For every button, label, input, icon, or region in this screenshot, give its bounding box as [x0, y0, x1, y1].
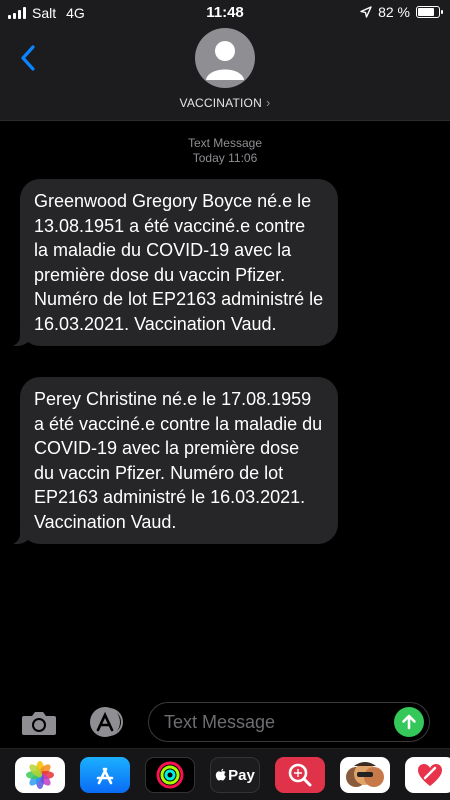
camera-icon[interactable] [20, 709, 58, 737]
heart-sticker-app-button[interactable] [405, 757, 450, 793]
activity-app-button[interactable] [145, 757, 195, 793]
message-input[interactable]: Text Message [148, 702, 430, 742]
status-right: 82 % [360, 4, 443, 20]
contact-name: VACCINATION [179, 96, 262, 110]
apple-pay-label: Pay [228, 766, 255, 784]
message-timestamp: Today 11:06 [192, 151, 258, 165]
activity-icon [156, 761, 184, 789]
photos-app-button[interactable] [15, 757, 65, 793]
location-arrow-icon [360, 6, 372, 18]
chevron-right-icon: › [265, 95, 271, 110]
memoji-icon [346, 762, 384, 787]
back-chevron-icon[interactable] [18, 42, 40, 74]
person-icon [206, 41, 244, 80]
message-input-placeholder: Text Message [164, 712, 276, 732]
heart-sticker-icon [418, 764, 442, 786]
message-type-label: Text Message [187, 136, 263, 150]
photos-icon [26, 761, 54, 789]
imessage-app-drawer: Pay [0, 748, 450, 800]
conversation-header: VACCINATION › [0, 26, 450, 121]
contact-avatar[interactable] [195, 28, 255, 88]
battery-percent: 82 % [378, 4, 410, 20]
web-search-icon [288, 763, 312, 787]
composer-bar: Text Message [0, 700, 450, 744]
send-button[interactable] [394, 707, 424, 737]
status-bar: Salt 4G 11:48 82 % [0, 0, 450, 26]
message-bubble[interactable]: Greenwood Gregory Boyce né.e le 13.08.19… [10, 179, 338, 346]
app-store-icon [96, 767, 114, 785]
message-meta: Text Message Today 11:06 [0, 136, 450, 166]
memoji-app-button[interactable] [340, 757, 390, 793]
message-bubble[interactable]: Perey Christine né.e le 17.08.1959 a été… [10, 377, 338, 544]
message-text: Perey Christine né.e le 17.08.1959 a été… [34, 389, 323, 532]
arrow-up-icon [402, 714, 416, 730]
apple-pay-icon: Pay [215, 767, 255, 784]
apple-pay-app-button[interactable]: Pay [210, 757, 260, 793]
message-text: Greenwood Gregory Boyce né.e le 13.08.19… [34, 191, 324, 334]
app-store-app-button[interactable] [80, 757, 130, 793]
apple-logo-icon [215, 768, 226, 781]
app-store-apps-icon[interactable] [84, 706, 126, 738]
battery-icon [416, 6, 443, 18]
web-search-app-button[interactable] [275, 757, 325, 793]
contact-name-button[interactable]: VACCINATION › [0, 95, 450, 110]
